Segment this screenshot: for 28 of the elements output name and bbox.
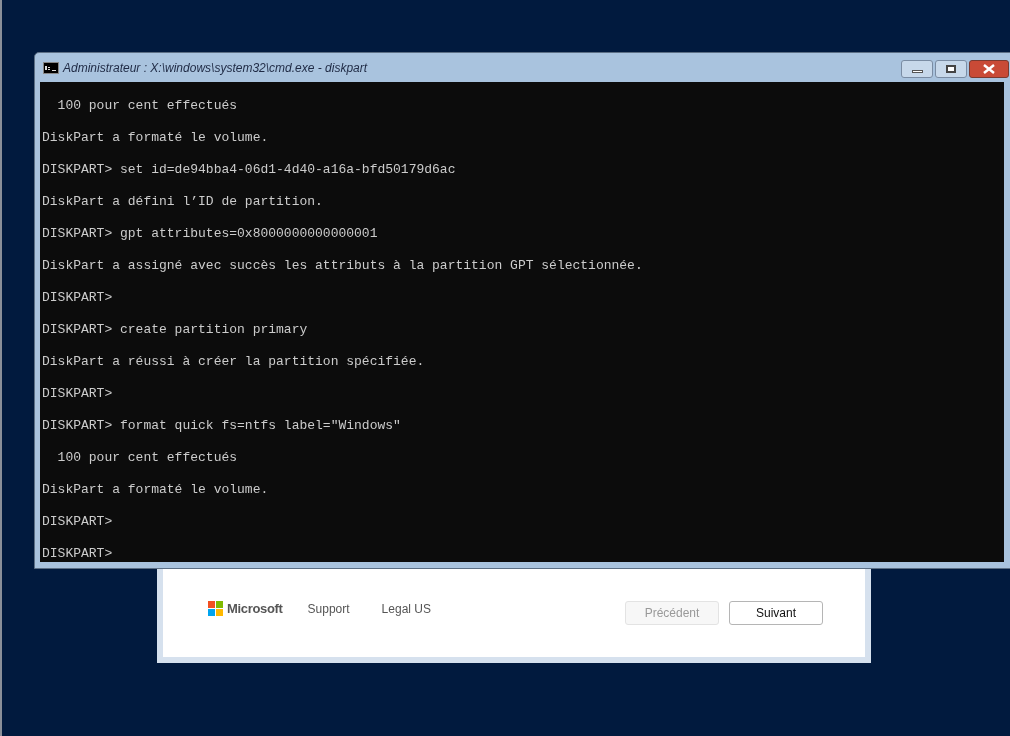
console-line: DISKPART> <box>42 514 114 530</box>
maximize-button[interactable] <box>935 59 967 78</box>
footer-link[interactable]: Support <box>307 599 350 618</box>
console-line: DiskPart a formaté le volume. <box>42 482 270 498</box>
console-line: DISKPART> gpt attributes=0x8000000000000001 <box>42 226 379 242</box>
console-line: DISKPART> create partition primary <box>42 322 309 338</box>
microsoft-logo-icon <box>208 601 223 616</box>
brand-name: Microsoft <box>227 599 283 618</box>
console-line: DISKPART> set id=de94bba4-06d1-4d40-a16a-bfd50179d6ac <box>42 162 457 178</box>
console-line: DiskPart a réussi à créer la partition spécifiée. <box>42 354 426 370</box>
console-line: DISKPART> <box>42 290 114 306</box>
console-line: DISKPART> <box>42 386 114 402</box>
console-app-icon <box>43 61 59 74</box>
footer-link[interactable]: Legal US <box>381 599 431 618</box>
minimize-icon <box>911 69 923 73</box>
window-title: Administrateur : X:\windows\system32\cmd.exe - diskpart <box>63 59 368 77</box>
console-line: DISKPART> <box>42 546 114 562</box>
minimize-button[interactable] <box>901 59 933 78</box>
console-line: 100 pour cent effectués <box>56 450 239 466</box>
console-line: DiskPart a formaté le volume. <box>42 130 270 146</box>
maximize-icon <box>946 64 956 73</box>
console-line: DISKPART> format quick fs=ntfs label="Windows" <box>42 418 402 434</box>
close-icon <box>983 63 995 74</box>
next-button[interactable]: Suivant <box>729 600 823 625</box>
console-line: DiskPart a défini l’ID de partition. <box>42 194 324 210</box>
close-button[interactable] <box>969 59 1009 78</box>
console-line: 100 pour cent effectués <box>56 98 239 114</box>
console-line: DiskPart a assigné avec succès les attributs à la partition GPT sélectionnée. <box>42 258 644 274</box>
